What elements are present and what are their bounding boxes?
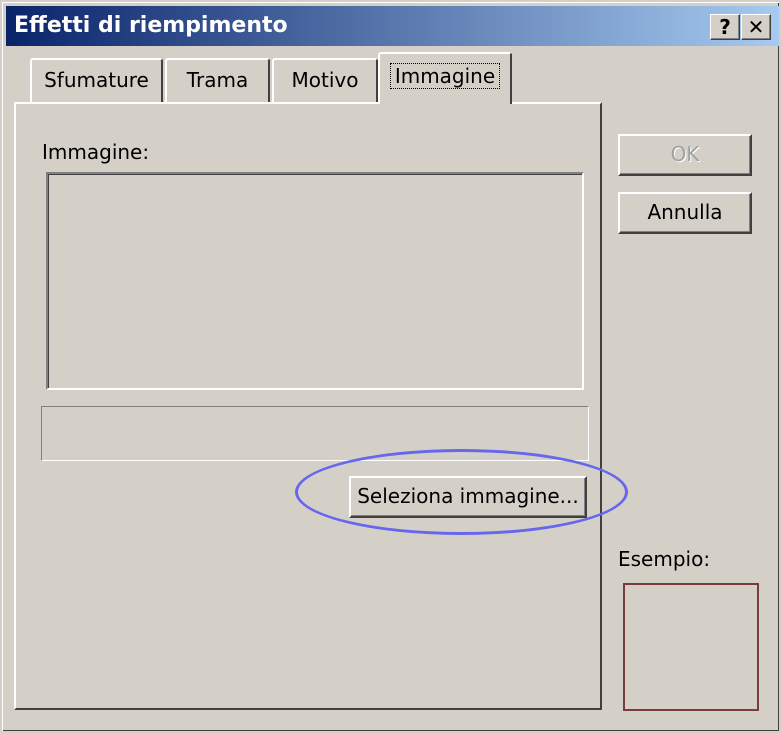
tab-motivo[interactable]: Motivo — [272, 58, 378, 102]
tab-panel-immagine: Immagine: Seleziona immagine... — [14, 102, 602, 710]
help-button[interactable]: ? — [710, 14, 740, 40]
title-bar[interactable]: Effetti di riempimento ? ✕ — [6, 6, 779, 46]
highlight-circle — [295, 449, 628, 535]
window-title: Effetti di riempimento — [14, 13, 288, 38]
cancel-button[interactable]: Annulla — [618, 192, 752, 234]
image-label: Immagine: — [42, 140, 150, 164]
close-button[interactable]: ✕ — [741, 14, 771, 40]
sample-label: Esempio: — [618, 547, 711, 571]
tab-immagine[interactable]: Immagine — [378, 52, 512, 104]
tab-label: Motivo — [291, 68, 359, 92]
tab-label: Trama — [186, 68, 249, 92]
tab-trama[interactable]: Trama — [165, 58, 270, 102]
fill-effects-dialog: Effetti di riempimento ? ✕ Sfumature Tra… — [0, 0, 781, 733]
tab-label: Immagine — [389, 63, 501, 89]
image-preview-area — [46, 172, 584, 390]
tab-sfumature[interactable]: Sfumature — [30, 58, 163, 102]
close-icon: ✕ — [747, 15, 765, 39]
sample-preview — [623, 583, 759, 711]
ok-button[interactable]: OK — [618, 134, 752, 176]
tab-label: Sfumature — [44, 68, 149, 92]
